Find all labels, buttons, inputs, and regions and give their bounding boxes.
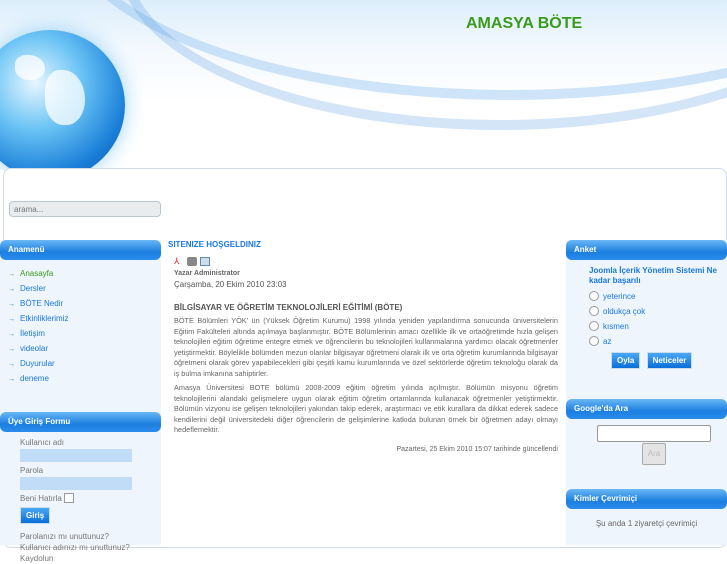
remember-label: Beni Hatırla — [20, 493, 62, 503]
article-title[interactable]: SITENIZE HOŞGELDINIZ — [168, 240, 558, 249]
radio-button[interactable] — [589, 306, 599, 316]
article-author: Yazar Administrator — [174, 270, 240, 277]
arrow-icon: → — [8, 346, 15, 353]
arrow-icon: → — [8, 271, 15, 278]
username-input[interactable] — [20, 449, 132, 462]
google-search-button[interactable]: Ara — [642, 443, 666, 465]
menu-item-videolar[interactable]: → videolar — [0, 341, 161, 356]
menu-item-bote-nedir[interactable]: → BÖTE Nedir — [0, 296, 161, 311]
article: SITENIZE HOŞGELDINIZ ⅄ Yazar Administrat… — [168, 240, 558, 453]
poll-option[interactable]: az — [589, 336, 727, 346]
forgot-password-link[interactable]: Parolanızı mı unuttunuz? — [20, 531, 161, 542]
poll-option[interactable]: yeterince — [589, 291, 727, 301]
online-title: Kimler Çevrimiçi — [566, 489, 727, 509]
remember-checkbox[interactable] — [63, 493, 74, 503]
arrow-icon: → — [8, 331, 15, 338]
radio-button[interactable] — [589, 321, 599, 331]
article-date: Çarşamba, 20 Ekim 2010 23:03 — [174, 280, 287, 289]
menu-item-iletisim[interactable]: → İletişim — [0, 326, 161, 341]
login-title: Üye Giriş Formu — [0, 412, 161, 432]
search-input[interactable] — [9, 201, 161, 217]
menu-item-etkinliklerimiz[interactable]: → Etkinliklerimiz — [0, 311, 161, 326]
print-icon[interactable] — [187, 257, 197, 266]
results-button[interactable]: Neticeler — [646, 352, 693, 369]
email-icon[interactable] — [200, 257, 210, 266]
radio-button[interactable] — [589, 291, 599, 301]
login-button[interactable]: Giriş — [20, 507, 51, 524]
arrow-icon: → — [8, 286, 15, 293]
vote-button[interactable]: Oyla — [611, 352, 641, 369]
online-text: Şu anda 1 ziyaretçi çevrimiçi — [595, 519, 698, 528]
arrow-icon: → — [8, 301, 15, 308]
forgot-username-link[interactable]: Kullanıcı adınızı mı unuttunuz? — [20, 542, 161, 553]
right-sidebar: Anket Joomla İçerik Yönetim Sistemi Ne k… — [566, 240, 727, 545]
main-menu-title: Anamenü — [0, 240, 161, 260]
arrow-icon: → — [8, 316, 15, 323]
article-heading: BİLGİSAYAR VE ÖĞRETİM TEKNOLOJİLERİ EĞİT… — [174, 303, 403, 312]
pdf-icon[interactable]: ⅄ — [174, 257, 184, 266]
site-title: AMASYA BÖTE — [466, 15, 583, 32]
menu-item-dersler[interactable]: → Dersler — [0, 281, 161, 296]
arrow-icon: → — [8, 361, 15, 368]
modified-date: Pazartesi, 25 Ekim 2010 15:07 tarihinde … — [396, 445, 559, 453]
menu-item-anasayfa[interactable]: → Anasayfa — [0, 266, 161, 281]
username-label: Kullanıcı adı — [20, 438, 65, 447]
register-link[interactable]: Kaydolun — [20, 553, 161, 564]
main-menu: → Anasayfa → Dersler → BÖTE Nedir → Etkinlik… — [0, 266, 161, 386]
left-sidebar: Anamenü → Anasayfa → Dersler → BÖTE Nedir →… — [0, 240, 161, 563]
article-paragraph: Amasya Üniversitesi BOTE bölümü 2008-200… — [174, 383, 558, 434]
poll-question: Joomla İçerik Yönetim Sistemi Ne kadar b… — [589, 266, 717, 285]
menu-item-deneme[interactable]: → deneme — [0, 371, 161, 386]
article-paragraph: BÖTE Bölümleri YÖK' ün (Yüksek Öğretim K… — [174, 316, 558, 378]
poll-option[interactable]: kısmen — [589, 321, 727, 331]
menu-item-duyurular[interactable]: → Duyurular — [0, 356, 161, 371]
site-header: AMASYA BÖTE — [0, 0, 727, 170]
poll: Joomla İçerik Yönetim Sistemi Ne kadar b… — [566, 266, 727, 369]
header-swoosh — [120, 0, 727, 130]
password-input[interactable] — [20, 477, 132, 490]
poll-option[interactable]: oldukça çok — [589, 306, 727, 316]
radio-button[interactable] — [589, 336, 599, 346]
arrow-icon: → — [8, 376, 15, 383]
google-search-input[interactable] — [597, 425, 711, 442]
password-label: Parola — [20, 466, 44, 475]
google-search-title: Google'da Ara — [566, 399, 727, 419]
poll-title: Anket — [566, 240, 727, 260]
login-form: Kullanıcı adı Parola Beni Hatırla Giriş … — [0, 438, 161, 564]
globe-logo — [0, 30, 125, 170]
